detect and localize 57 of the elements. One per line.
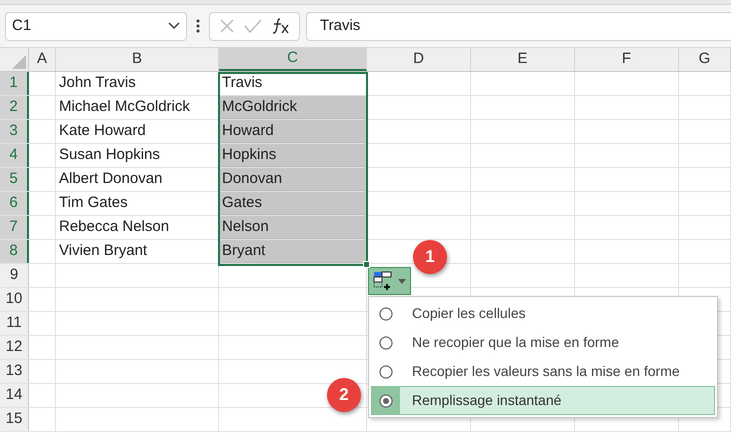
row-header[interactable]: 5 [0, 168, 29, 191]
row-header[interactable]: 9 [0, 264, 29, 287]
surname-cell: Nelson [219, 216, 367, 239]
function-icon[interactable] [270, 17, 290, 35]
radio-button-icon [379, 306, 393, 320]
column-header[interactable]: C [219, 48, 367, 71]
name-cell-text: Tim Gates [58, 193, 129, 214]
column-header[interactable]: E [471, 48, 575, 71]
name-cell-text: John Travis [58, 73, 137, 94]
name-cell-text: Susan Hopkins [58, 145, 161, 166]
radio-button-icon [379, 364, 393, 378]
row-header[interactable]: 10 [0, 288, 29, 311]
column-header[interactable]: A [29, 48, 56, 71]
surname-cell: Bryant [219, 240, 367, 263]
row-header[interactable]: 11 [0, 312, 29, 335]
checkmark-icon[interactable] [244, 19, 262, 33]
menu-option[interactable]: Remplissage instantané [371, 386, 715, 415]
name-cell-text: Kate Howard [58, 121, 147, 142]
row-header[interactable]: 14 [0, 384, 29, 407]
surname-cell: Howard [219, 120, 367, 143]
radio-button-icon [379, 394, 393, 408]
surname-cell: Gates [219, 192, 367, 215]
row-header[interactable]: 12 [0, 336, 29, 359]
menu-option[interactable]: Recopier les valeurs sans la mise en forme [371, 357, 715, 386]
row-header[interactable]: 4 [0, 144, 29, 167]
row-header[interactable]: 1 [0, 72, 29, 95]
caret-icon [398, 278, 406, 284]
name-cell-text: Rebecca Nelson [58, 217, 170, 238]
menu-option[interactable]: Copier les cellules [371, 299, 715, 328]
column-header[interactable]: F [575, 48, 679, 71]
row-header[interactable]: 8 [0, 240, 29, 263]
chevron-down-icon [168, 22, 180, 30]
auto-fill-options-button[interactable] [368, 267, 411, 295]
surname-cell: Donovan [219, 168, 367, 191]
row-header[interactable]: 6 [0, 192, 29, 215]
surname-cell: Hopkins [219, 144, 367, 167]
radio-button-icon [379, 336, 393, 350]
name-cell-text: Albert Donovan [58, 169, 164, 190]
column-header[interactable]: D [367, 48, 471, 71]
surname-cell: McGoldrick [219, 96, 367, 119]
cell-reference: C1 [12, 16, 32, 36]
row-header[interactable]: 13 [0, 360, 29, 383]
fill-handle[interactable] [363, 261, 370, 268]
row-header[interactable]: 3 [0, 120, 29, 143]
formula-bar[interactable]: Travis [306, 12, 731, 40]
name-cell-text: Michael McGoldrick [58, 97, 191, 118]
step-badge: 2 [327, 378, 361, 412]
more-options-icon[interactable] [196, 19, 200, 33]
row-header[interactable]: 7 [0, 216, 29, 239]
column-header[interactable]: G [679, 48, 731, 71]
step-badge: 1 [413, 240, 447, 274]
name-cell-text: Vivien Bryant [58, 241, 148, 262]
row-header[interactable]: 15 [0, 408, 29, 431]
name-box[interactable]: C1 [5, 12, 187, 40]
menu-option[interactable]: Ne recopier que la mise en forme [371, 328, 715, 357]
formula-text: Travis [320, 16, 360, 36]
row-header[interactable]: 2 [0, 96, 29, 119]
